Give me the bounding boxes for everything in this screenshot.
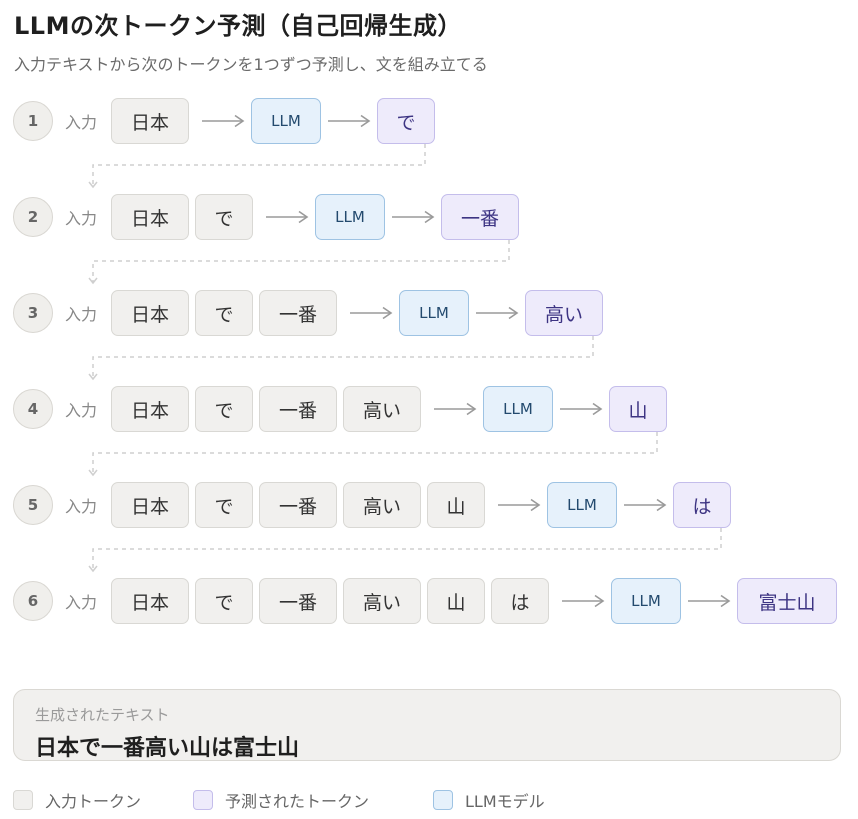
token-sequence: 日本で一番 LLM 高い	[111, 290, 603, 336]
arrow-right-icon	[195, 98, 251, 144]
input-token: 日本	[111, 386, 189, 432]
arrow-right-icon	[321, 98, 377, 144]
step-number: 1	[13, 101, 53, 141]
predicted-token: 高い	[525, 290, 603, 336]
arrow-right-icon	[617, 482, 673, 528]
arrow-right-icon	[469, 290, 525, 336]
result-text: 日本で一番高い山は富士山	[35, 736, 300, 761]
input-token: 高い	[343, 578, 421, 624]
step-row: 1 入力 日本 LLM で	[13, 98, 435, 144]
llm-model-box: LLM	[399, 290, 469, 336]
llm-model-box: LLM	[251, 98, 321, 144]
input-token: で	[195, 386, 253, 432]
legend-swatch-input	[13, 790, 33, 810]
input-token: 日本	[111, 290, 189, 336]
step-input-label: 入力	[65, 593, 98, 612]
arrow-right-icon	[343, 290, 399, 336]
token-sequence: 日本で一番 高い山は LLM 富士山	[111, 578, 837, 624]
llm-model-box: LLM	[611, 578, 681, 624]
llm-model-box: LLM	[483, 386, 553, 432]
input-token: で	[195, 578, 253, 624]
input-token: 山	[427, 578, 485, 624]
result-label: 生成されたテキスト	[35, 706, 170, 724]
arrow-right-icon	[385, 194, 441, 240]
step-connector-line	[92, 336, 594, 379]
step-row: 6 入力 日本で一番 高い山は LLM 富士山	[13, 578, 837, 624]
input-token: で	[195, 290, 253, 336]
input-token: 一番	[259, 578, 337, 624]
input-token: で	[195, 194, 253, 240]
step-connector-line	[92, 432, 658, 475]
step-input-label: 入力	[65, 401, 98, 420]
step-connector-line	[92, 240, 510, 283]
arrow-right-icon	[259, 194, 315, 240]
step-number: 5	[13, 485, 53, 525]
step-row: 3 入力 日本で一番 LLM 高い	[13, 290, 603, 336]
legend-label-predicted: 予測されたトークン	[225, 792, 370, 811]
step-row: 4 入力 日本で一番 高い LLM 山	[13, 386, 667, 432]
input-token: 一番	[259, 482, 337, 528]
input-token: 日本	[111, 194, 189, 240]
step-number: 6	[13, 581, 53, 621]
step-row: 2 入力 日本で LLM 一番	[13, 194, 519, 240]
input-token: 日本	[111, 482, 189, 528]
predicted-token: で	[377, 98, 435, 144]
token-sequence: 日本で一番 高い LLM 山	[111, 386, 667, 432]
token-sequence: 日本で LLM 一番	[111, 194, 519, 240]
legend-swatch-llm	[433, 790, 453, 810]
step-input-label: 入力	[65, 209, 98, 228]
step-number: 2	[13, 197, 53, 237]
legend-item-llm: LLMモデル	[433, 788, 545, 812]
input-token: 高い	[343, 482, 421, 528]
predicted-token: は	[673, 482, 731, 528]
legend-label-input: 入力トークン	[45, 792, 142, 811]
input-token: 山	[427, 482, 485, 528]
step-number: 3	[13, 293, 53, 333]
step-input-label: 入力	[65, 305, 98, 324]
llm-model-box: LLM	[315, 194, 385, 240]
input-token: 日本	[111, 578, 189, 624]
step-connector-line	[92, 144, 426, 187]
predicted-token: 山	[609, 386, 667, 432]
input-token: 日本	[111, 98, 189, 144]
legend-label-llm: LLMモデル	[465, 792, 545, 811]
step-input-label: 入力	[65, 113, 98, 132]
arrow-right-icon	[555, 578, 611, 624]
input-token: で	[195, 482, 253, 528]
token-sequence: 日本で一番 高い山 LLM は	[111, 482, 731, 528]
arrow-right-icon	[491, 482, 547, 528]
input-token: 一番	[259, 386, 337, 432]
legend-item-input: 入力トークン	[13, 788, 141, 812]
legend-item-predicted: 予測されたトークン	[193, 788, 369, 812]
predicted-token: 一番	[441, 194, 519, 240]
input-token: は	[491, 578, 549, 624]
step-number: 4	[13, 389, 53, 429]
input-token: 一番	[259, 290, 337, 336]
result-box: 生成されたテキスト 日本で一番高い山は富士山	[13, 689, 841, 761]
legend-swatch-predicted	[193, 790, 213, 810]
step-row: 5 入力 日本で一番 高い山 LLM は	[13, 482, 731, 528]
arrow-right-icon	[427, 386, 483, 432]
input-token: 高い	[343, 386, 421, 432]
step-input-label: 入力	[65, 497, 98, 516]
arrow-right-icon	[553, 386, 609, 432]
arrow-right-icon	[681, 578, 737, 624]
token-sequence: 日本 LLM で	[111, 98, 435, 144]
llm-model-box: LLM	[547, 482, 617, 528]
predicted-token: 富士山	[737, 578, 837, 624]
step-connector-line	[92, 528, 722, 571]
